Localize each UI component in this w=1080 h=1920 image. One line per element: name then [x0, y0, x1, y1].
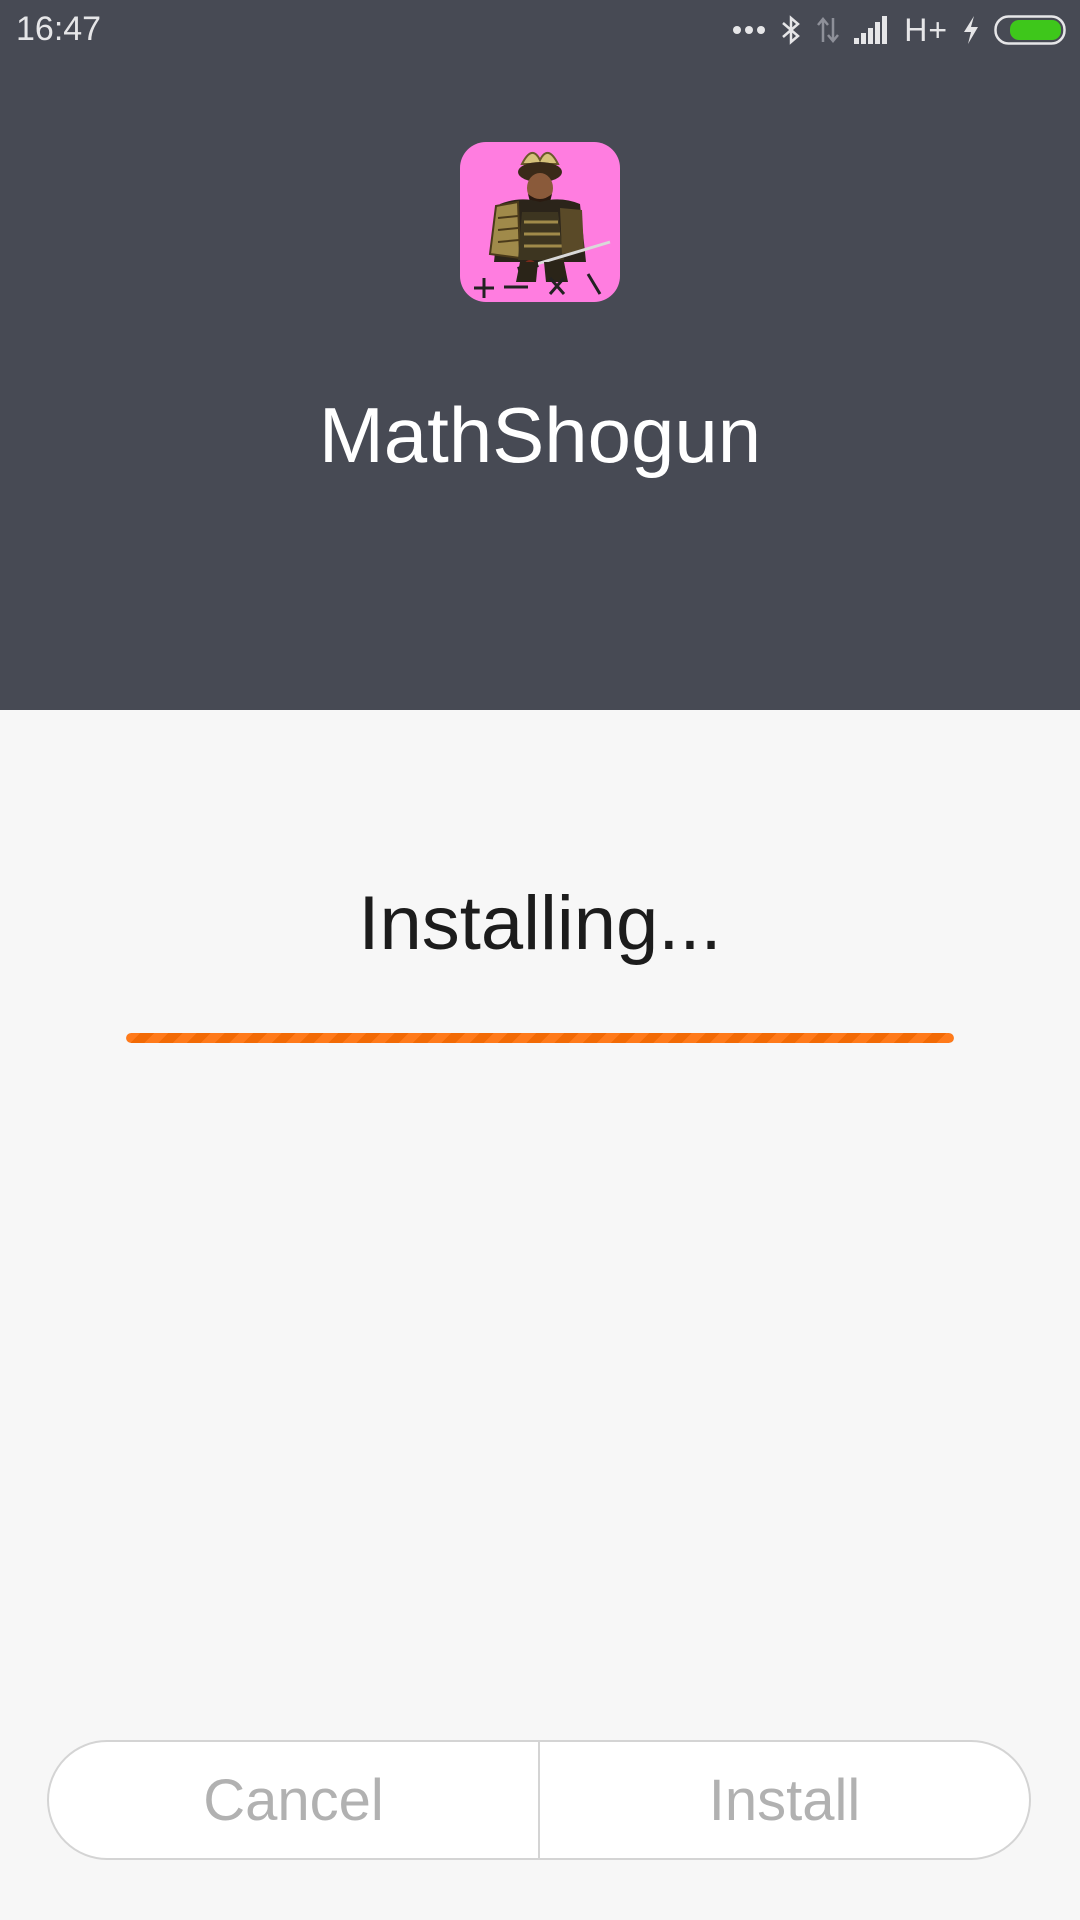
install-progress-bar: [126, 1033, 954, 1043]
cancel-button[interactable]: Cancel: [49, 1742, 538, 1858]
charging-icon: [962, 12, 980, 48]
install-status-title: Installing...: [358, 881, 722, 966]
install-button[interactable]: Install: [540, 1742, 1029, 1858]
battery-icon: [994, 12, 1066, 48]
data-transfer-icon: [816, 12, 840, 48]
network-type: H+: [904, 11, 948, 48]
install-progress-fill: [126, 1033, 954, 1043]
bluetooth-icon: [780, 12, 802, 48]
status-time: 16:47: [16, 10, 102, 48]
status-bar: 16:47 H+: [0, 0, 1080, 60]
more-dots-icon: [732, 12, 766, 48]
action-button-group: Cancel Install: [47, 1740, 1031, 1860]
app-header: 16:47 H+ MathShogun: [0, 0, 1080, 710]
app-name: MathShogun: [318, 391, 762, 479]
samurai-app-icon: [460, 142, 620, 302]
status-icons: H+: [732, 12, 1066, 48]
signal-icon: [854, 12, 890, 48]
